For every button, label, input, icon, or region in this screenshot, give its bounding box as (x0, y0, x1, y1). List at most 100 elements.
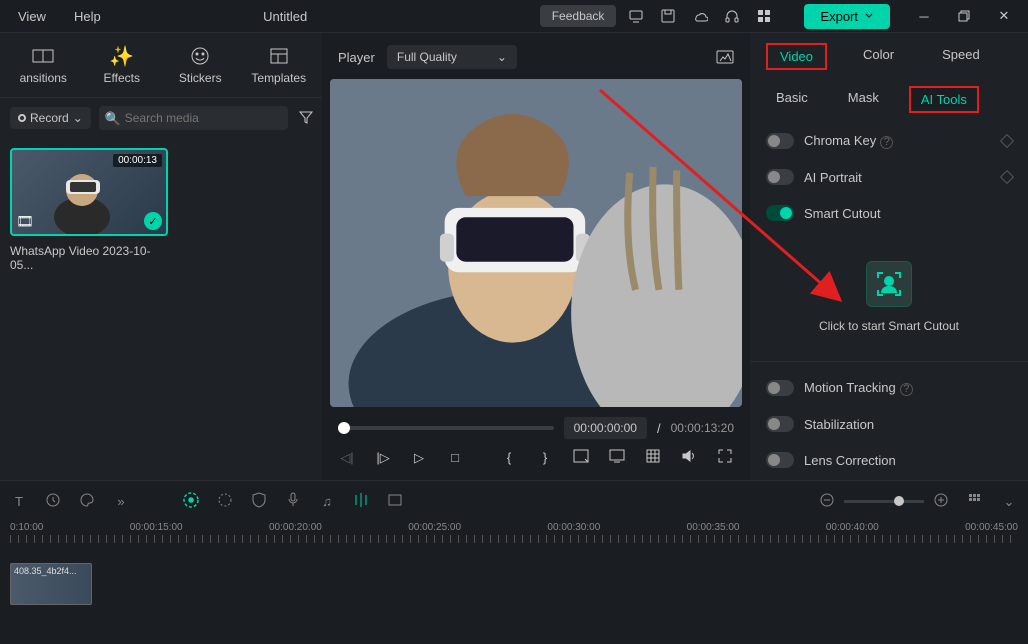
volume-button[interactable] (680, 449, 698, 466)
start-smartcutout-button[interactable] (866, 261, 912, 307)
timeline: T » ♫ ⌄ 0:10:00 00:00:15:00 00:00:20:00 … (0, 480, 1028, 644)
record-label: Record (30, 111, 69, 125)
info-icon[interactable]: ? (900, 383, 913, 396)
ruler-tick: 00:00:30:00 (547, 522, 600, 533)
toggle-smartcutout[interactable] (766, 205, 794, 221)
ratio-button[interactable] (572, 449, 590, 466)
smartcutout-area: Click to start Smart Cutout (750, 231, 1028, 353)
tab-label: Effects (104, 71, 140, 85)
tool-tabs: ansitions ✨ Effects Stickers Templates (0, 33, 322, 98)
clip-name: WhatsApp Video 2023-10-05... (10, 244, 168, 272)
maximize-button[interactable] (948, 4, 980, 28)
tab-video[interactable]: Video (766, 43, 827, 70)
mark-out-button[interactable]: } (536, 450, 554, 465)
toggle-motiontracking[interactable] (766, 380, 794, 396)
crop-tool[interactable] (386, 493, 404, 510)
effects-icon: ✨ (109, 45, 134, 67)
mark-in-button[interactable]: { (500, 450, 518, 465)
check-icon: ✓ (144, 212, 162, 230)
back-button[interactable]: |▷ (374, 450, 392, 466)
close-button[interactable]: ✕ (988, 4, 1020, 28)
tab-label: ansitions (20, 71, 67, 85)
toggle-stabilization[interactable] (766, 416, 794, 432)
progress-bar[interactable] (338, 426, 554, 430)
tab-templates[interactable]: Templates (240, 41, 319, 89)
keyframe-button[interactable] (1000, 134, 1014, 148)
snapshot-button[interactable] (716, 48, 734, 67)
toggle-aiportrait[interactable] (766, 169, 794, 185)
templates-icon (269, 45, 289, 67)
adjust-tool[interactable] (352, 492, 370, 511)
grid-button[interactable] (644, 449, 662, 466)
timeline-tools: T » ♫ ⌄ (10, 487, 1018, 520)
toggle-chromakey[interactable] (766, 133, 794, 149)
filter-button[interactable] (296, 107, 316, 130)
ruler-ticks (10, 535, 1018, 543)
prop-label: Motion Tracking (804, 380, 896, 395)
zoom-handle[interactable] (894, 496, 904, 506)
smartcutout-label: Click to start Smart Cutout (766, 319, 1012, 333)
prev-button[interactable]: ◁| (338, 450, 356, 466)
headphones-icon[interactable] (720, 4, 744, 28)
tab-color[interactable]: Color (851, 43, 906, 70)
settings-button[interactable]: ⌄ (1000, 494, 1018, 510)
keyframe-button[interactable] (1000, 170, 1014, 184)
search-input[interactable] (99, 106, 288, 130)
text-tool[interactable]: T (10, 494, 28, 509)
ruler-tick: 00:00:15:00 (130, 522, 183, 533)
display-button[interactable] (608, 449, 626, 466)
property-subtabs: Basic Mask AI Tools (750, 80, 1028, 123)
toggle-lenscorrection[interactable] (766, 452, 794, 468)
playback-controls: ◁| |▷ ▷ □ { } (330, 443, 742, 472)
media-clip[interactable]: 00:00:13 🎞 ✓ WhatsApp Video 2023-10-05..… (10, 148, 168, 272)
mic-tool[interactable] (284, 492, 302, 511)
zoom-in-button[interactable] (932, 492, 950, 511)
clip-thumbnail: 00:00:13 🎞 ✓ (10, 148, 168, 236)
clip-duration: 00:00:13 (113, 154, 162, 167)
apps-icon[interactable] (752, 4, 776, 28)
tab-effects[interactable]: ✨ Effects (83, 41, 162, 89)
timeline-ruler[interactable]: 0:10:00 00:00:15:00 00:00:20:00 00:00:25… (10, 520, 1018, 535)
prop-label: Lens Correction (804, 453, 1012, 468)
timeline-clip[interactable]: 408.35_4b2f4... (10, 563, 92, 605)
zoom-slider[interactable] (844, 500, 924, 503)
subtab-basic[interactable]: Basic (766, 86, 818, 113)
property-tabs: Video Color Speed (750, 33, 1028, 80)
chevron-down-icon: ⌄ (497, 50, 507, 64)
more-tools[interactable]: » (112, 494, 130, 509)
save-icon[interactable] (656, 4, 680, 28)
fullscreen-button[interactable] (716, 449, 734, 466)
chevron-down-icon: ⌄ (73, 111, 83, 125)
export-button[interactable]: Export (804, 4, 890, 29)
ruler-tick: 00:00:45:00 (965, 522, 1018, 533)
cloud-icon[interactable] (688, 4, 712, 28)
search-icon: 🔍 (105, 111, 121, 127)
ruler-tick: 0:10:00 (10, 522, 43, 533)
view-mode-button[interactable] (966, 493, 984, 510)
palette-tool[interactable] (78, 492, 96, 511)
tab-speed[interactable]: Speed (930, 43, 992, 70)
tab-stickers[interactable]: Stickers (161, 41, 240, 89)
prop-label: Smart Cutout (804, 206, 1012, 221)
progress-handle[interactable] (338, 422, 350, 434)
prop-stabilization: Stabilization (750, 406, 1028, 442)
media-panel: ansitions ✨ Effects Stickers Templates Re… (0, 32, 322, 480)
info-icon[interactable]: ? (880, 136, 893, 149)
record-button[interactable]: Record ⌄ (10, 107, 91, 129)
audio-tool[interactable]: ♫ (318, 494, 336, 509)
shield-tool[interactable] (250, 492, 268, 511)
time-tool[interactable] (44, 492, 62, 511)
stop-button[interactable]: □ (446, 450, 464, 465)
minimize-button[interactable]: ─ (908, 4, 940, 28)
play-button[interactable]: ▷ (410, 450, 428, 466)
screen-icon[interactable] (624, 4, 648, 28)
subtab-mask[interactable]: Mask (838, 86, 889, 113)
effect-tool[interactable] (216, 492, 234, 511)
ai-tool[interactable] (182, 491, 200, 512)
feedback-button[interactable]: Feedback (540, 5, 617, 27)
quality-select[interactable]: Full Quality⌄ (387, 45, 517, 69)
tab-transitions[interactable]: ansitions (4, 41, 83, 89)
video-preview[interactable] (330, 79, 742, 407)
zoom-out-button[interactable] (818, 492, 836, 511)
subtab-aitools[interactable]: AI Tools (909, 86, 979, 113)
